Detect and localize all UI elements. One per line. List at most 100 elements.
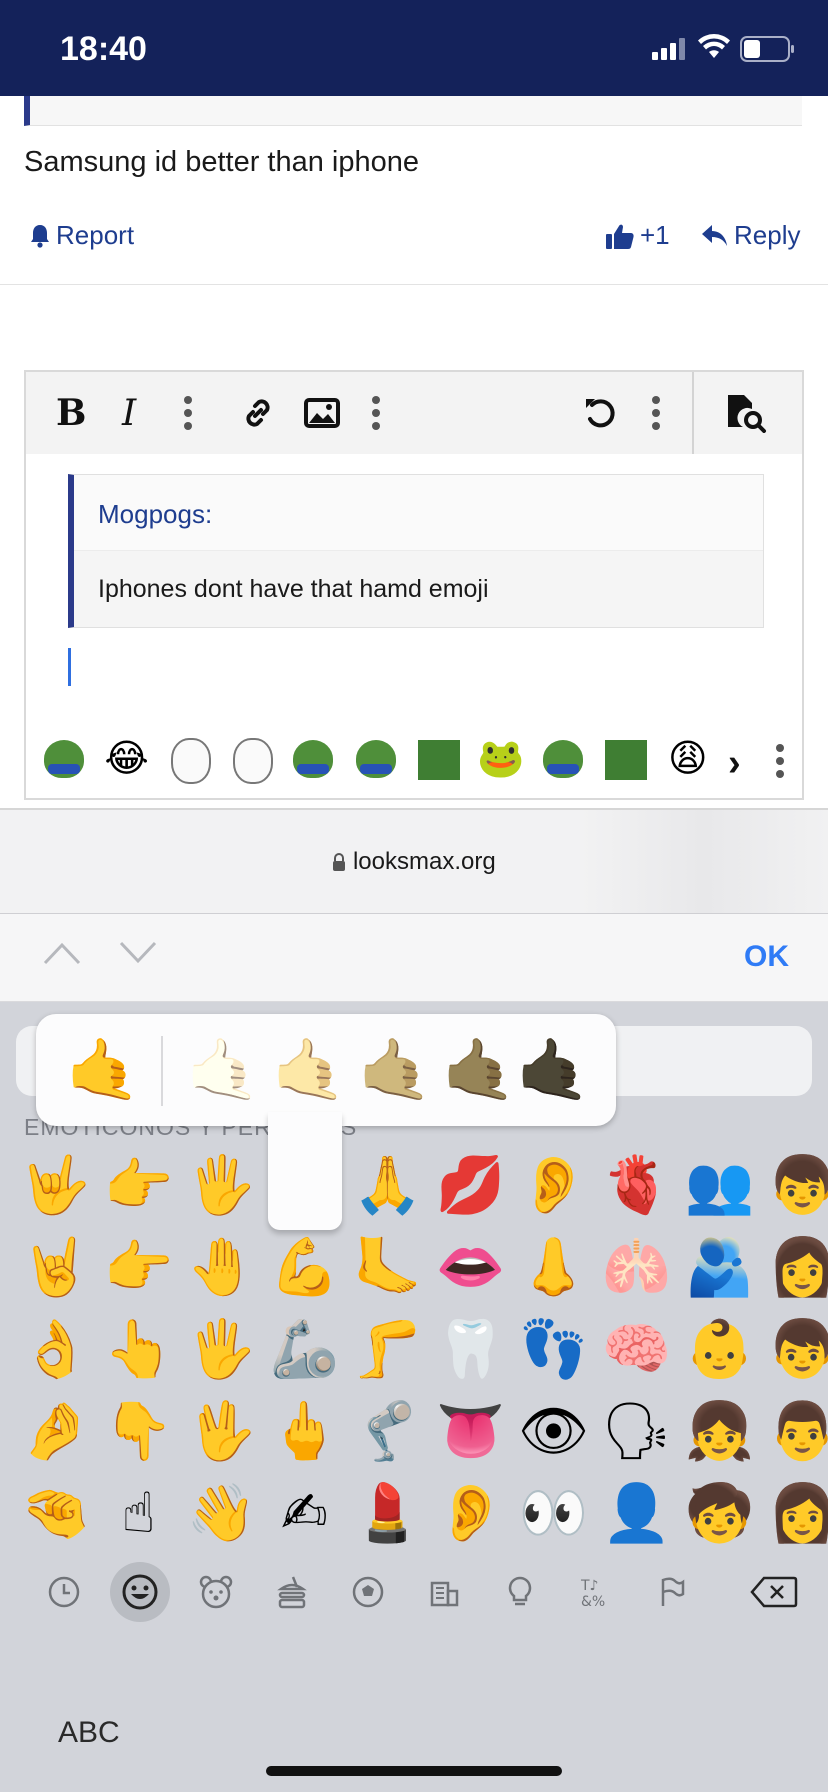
skin-tone-option[interactable]: 🤙 (356, 1034, 434, 1106)
symbols-icon[interactable]: T♪ &% (566, 1562, 626, 1622)
emoji-key[interactable]: 👶 (678, 1308, 761, 1390)
emoji-key[interactable]: 👀 (512, 1472, 595, 1554)
smilie-item[interactable] (36, 734, 92, 784)
chevron-up-icon[interactable] (42, 940, 82, 966)
emoji-key[interactable]: 🧒 (678, 1472, 761, 1554)
emoji-key[interactable]: 🤚 (180, 1226, 263, 1308)
skin-tone-option[interactable]: 🤙 (184, 1034, 262, 1106)
flags-icon[interactable] (642, 1562, 702, 1622)
emoji-key[interactable]: 👁 (512, 1390, 595, 1472)
smileys-icon[interactable] (110, 1562, 170, 1622)
skin-tone-option[interactable]: 🤙 (270, 1034, 348, 1106)
emoji-key[interactable]: 🖖 (180, 1390, 263, 1472)
report-button[interactable]: Report (30, 220, 134, 251)
emoji-key[interactable]: 👂 (512, 1144, 595, 1226)
svg-text:T♪: T♪ (580, 1578, 599, 1594)
emoji-key[interactable]: 👂 (429, 1472, 512, 1554)
recent-icon[interactable] (34, 1562, 94, 1622)
emoji-key[interactable]: 🦿 (346, 1390, 429, 1472)
emoji-key[interactable]: 👦 (761, 1144, 828, 1226)
emoji-key[interactable]: 🖐 (180, 1144, 263, 1226)
emoji-key[interactable]: 👧 (678, 1390, 761, 1472)
browser-address-bar[interactable]: looksmax.org (0, 810, 828, 914)
emoji-key[interactable]: 💋 (429, 1144, 512, 1226)
delete-icon[interactable] (744, 1562, 804, 1622)
emoji-grid: 🤟 👉 🖐 🙏 💋 👂 🫀 👥 👦 🤘 👉 🤚 💪 🦶 👄 👃 🫁 🫂 👩 👌 👆 🖐 🦾 🦵 🦷 👣 🧠 👶 👦 🤌 👇 🖖 🖕 🦿 👅 👁 🗣 👧 👨 🤏… (14, 1144, 828, 1554)
chevron-down-icon[interactable] (118, 940, 158, 966)
reply-editor[interactable]: B I Mogpogs: Iphones dont have that hamd… (24, 370, 804, 800)
emoji-key[interactable]: 👋 (180, 1472, 263, 1554)
more-insert-options-button[interactable] (372, 394, 380, 432)
emoji-key[interactable]: 👄 (429, 1226, 512, 1308)
insert-link-button[interactable] (240, 394, 276, 432)
emoji-key[interactable]: 🤘 (14, 1226, 97, 1308)
like-button[interactable]: +1 (606, 220, 670, 251)
emoji-key[interactable]: 🦾 (263, 1308, 346, 1390)
reply-button[interactable]: Reply (702, 220, 800, 251)
smilie-item[interactable]: 😂 (98, 734, 154, 784)
more-editor-options-button[interactable] (652, 394, 660, 432)
emoji-key[interactable]: 👇 (97, 1390, 180, 1472)
emoji-key[interactable]: 👉 (97, 1226, 180, 1308)
emoji-key[interactable]: 🦷 (429, 1308, 512, 1390)
bold-button[interactable]: B (56, 392, 86, 434)
smilie-item[interactable] (597, 734, 653, 784)
emoji-key[interactable]: 🦵 (346, 1308, 429, 1390)
more-text-options-button[interactable] (184, 394, 192, 432)
italic-button[interactable]: I (122, 393, 136, 434)
emoji-key[interactable]: 👦 (761, 1308, 828, 1390)
skin-tone-option[interactable]: 🤙 (64, 1034, 142, 1106)
emoji-key[interactable]: 👨 (761, 1390, 828, 1472)
emoji-key[interactable]: 👣 (512, 1308, 595, 1390)
smilie-item[interactable] (223, 734, 279, 784)
emoji-key[interactable]: 💪 (263, 1226, 346, 1308)
skin-tone-popup: 🤙 🤙 🤙 🤙 🤙 🤙 (36, 1014, 616, 1126)
undo-button[interactable] (582, 394, 618, 432)
emoji-key[interactable]: 🫂 (678, 1226, 761, 1308)
smilie-item[interactable] (161, 734, 217, 784)
travel-icon[interactable] (414, 1562, 474, 1622)
emoji-key[interactable]: 👅 (429, 1390, 512, 1472)
emoji-key[interactable]: 🧠 (595, 1308, 678, 1390)
smilie-item[interactable] (285, 734, 341, 784)
emoji-key[interactable]: 👥 (678, 1144, 761, 1226)
insert-image-button[interactable] (304, 394, 340, 432)
emoji-key[interactable]: ☝ (97, 1472, 180, 1554)
skin-tone-option[interactable]: 🤙 (440, 1034, 518, 1106)
emoji-key[interactable]: 🤌 (14, 1390, 97, 1472)
emoji-key[interactable]: 🫁 (595, 1226, 678, 1308)
objects-icon[interactable] (490, 1562, 550, 1622)
emoji-key[interactable]: 🖐 (180, 1308, 263, 1390)
smilie-item[interactable] (410, 734, 466, 784)
emoji-key[interactable]: 🙏 (346, 1144, 429, 1226)
emoji-key[interactable]: 🤟 (14, 1144, 97, 1226)
emoji-key[interactable]: 👃 (512, 1226, 595, 1308)
smilie-item[interactable]: 😩 (660, 734, 716, 784)
animals-icon[interactable] (186, 1562, 246, 1622)
abc-keyboard-button[interactable]: ABC (58, 1716, 120, 1750)
emoji-key[interactable]: 👉 (97, 1144, 180, 1226)
emoji-key[interactable]: ✍ (263, 1472, 346, 1554)
emoji-key[interactable]: 👤 (595, 1472, 678, 1554)
quote-author[interactable]: Mogpogs: (74, 475, 763, 551)
preview-button[interactable] (726, 394, 768, 433)
emoji-key[interactable]: 🖕 (263, 1390, 346, 1472)
emoji-key[interactable]: 🤏 (14, 1472, 97, 1554)
food-icon[interactable] (262, 1562, 322, 1622)
skin-tone-option[interactable]: 🤙 (514, 1034, 592, 1106)
activity-icon[interactable] (338, 1562, 398, 1622)
smilie-item[interactable] (535, 734, 591, 784)
emoji-key[interactable]: 💄 (346, 1472, 429, 1554)
emoji-key[interactable]: 🗣 (595, 1390, 678, 1472)
emoji-key[interactable]: 👩 (761, 1472, 828, 1554)
smilie-item[interactable] (348, 734, 404, 784)
chevron-right-icon[interactable]: › (728, 742, 741, 785)
ok-button[interactable]: OK (744, 940, 789, 974)
emoji-key[interactable]: 👌 (14, 1308, 97, 1390)
smilie-item[interactable]: 🐸 (473, 734, 529, 784)
smilie-options-button[interactable] (776, 744, 784, 778)
emoji-key[interactable]: 👩 (761, 1226, 828, 1308)
emoji-key[interactable]: 🦶 (346, 1226, 429, 1308)
emoji-key[interactable]: 🫀 (595, 1144, 678, 1226)
emoji-key[interactable]: 👆 (97, 1308, 180, 1390)
